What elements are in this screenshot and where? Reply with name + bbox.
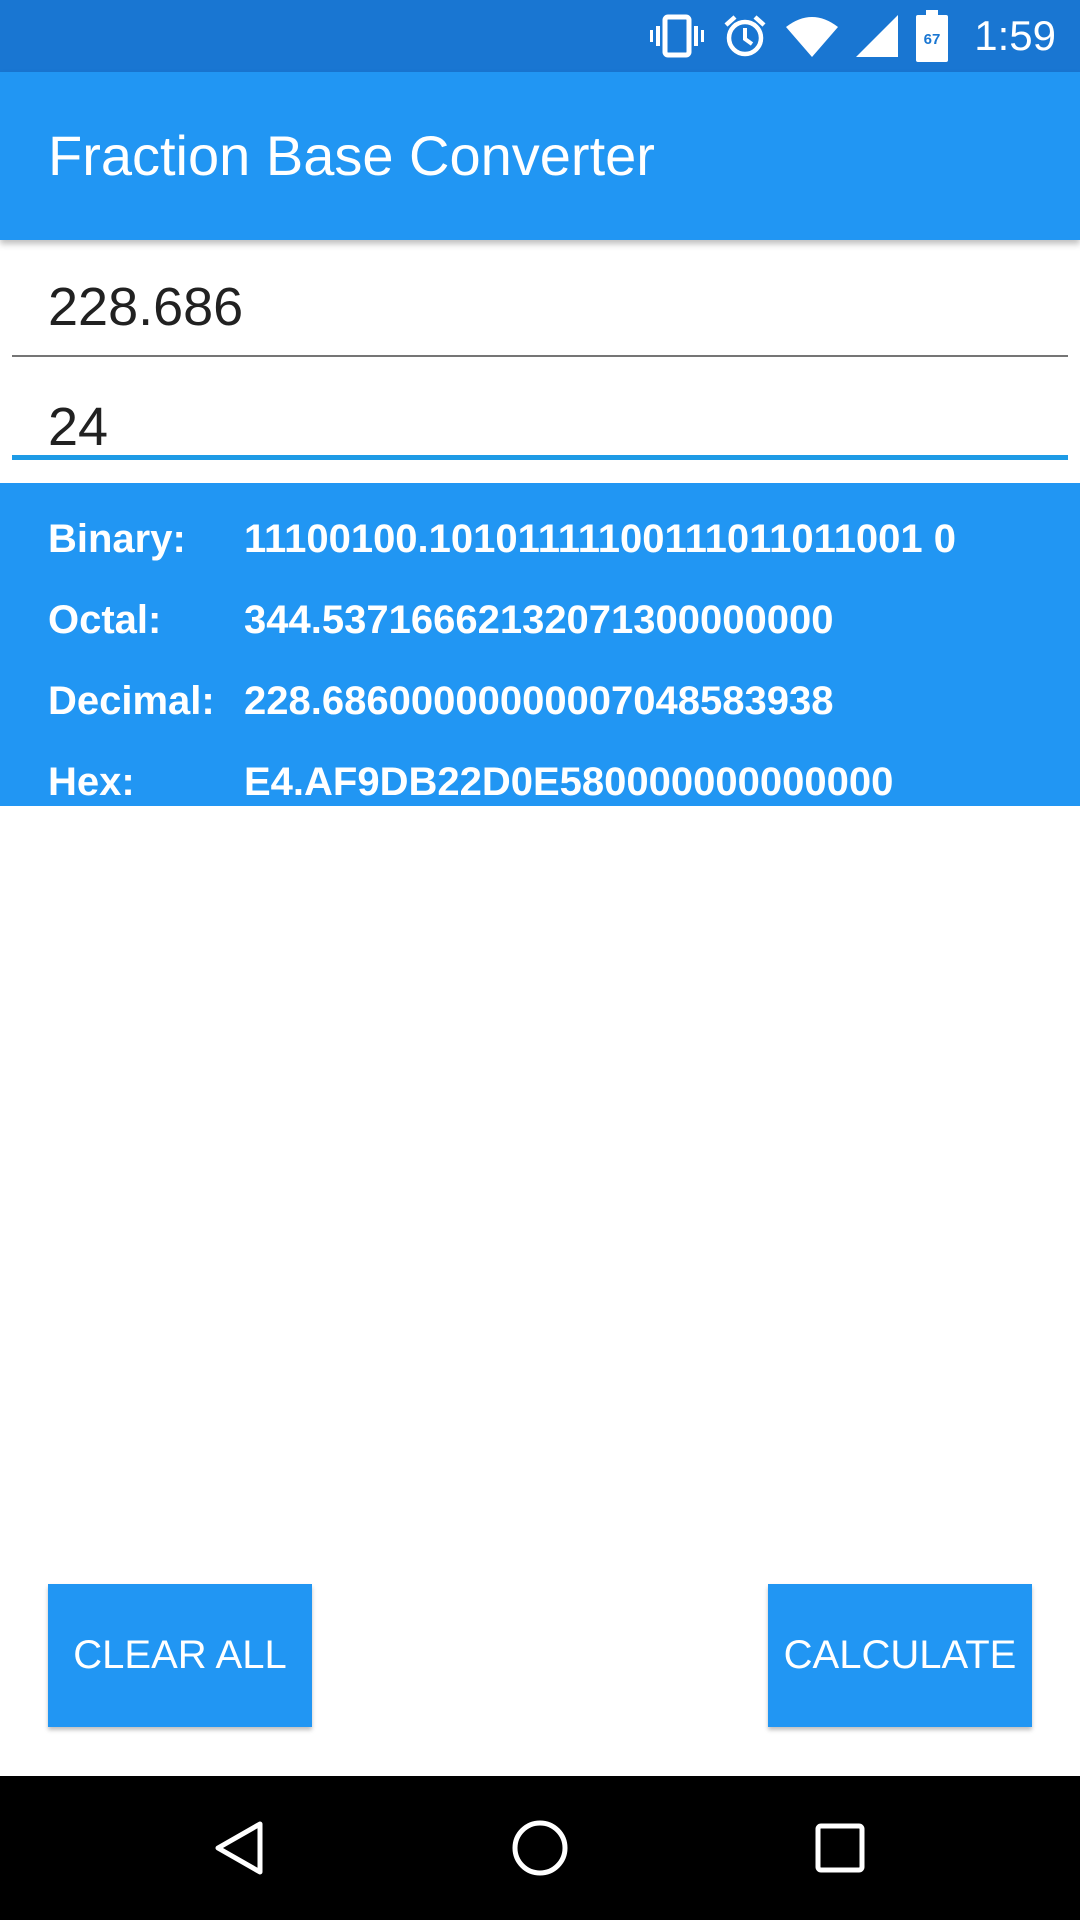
status-bar: 67 1:59 [0,0,1080,72]
result-label: Binary: [48,517,186,561]
result-row-hex: Hex: E4.AF9DB22D0E580000000000000 [0,742,1080,823]
app-title: Fraction Base Converter [48,124,655,187]
result-label: Octal: [48,598,162,642]
back-button[interactable] [168,1776,312,1920]
recents-icon [815,1823,865,1873]
home-icon [512,1820,568,1876]
clear-all-button[interactable]: CLEAR ALL [48,1584,312,1727]
results-panel: Binary: 11100100.10101111100111011011001… [0,483,1080,806]
recents-button[interactable] [768,1776,912,1920]
number-field-underline [12,355,1068,357]
result-value: 344.53716662132071300000000 [244,598,834,642]
result-label: Decimal: [48,679,215,723]
cellular-signal-icon [856,15,899,57]
result-row-decimal: Decimal: 228.68600000000007048583938 [0,661,1080,742]
result-value: 11100100.10101111100111011011001 0 [244,517,957,561]
calculate-button[interactable]: CALCULATE [768,1584,1032,1727]
navigation-bar [0,1776,1080,1920]
result-row-binary: Binary: 11100100.10101111100111011011001… [0,499,1080,580]
base-field-underline [12,455,1068,460]
alarm-icon [722,13,768,59]
wifi-icon [786,15,839,57]
status-time: 1:59 [974,12,1056,59]
base-field[interactable] [12,382,1068,472]
number-input[interactable] [12,262,1068,352]
number-field[interactable] [12,262,1068,357]
home-button[interactable] [468,1776,612,1920]
result-value: E4.AF9DB22D0E580000000000000 [244,760,894,804]
vibrate-icon [650,13,705,59]
back-icon [215,1821,263,1875]
battery-icon: 67 [916,10,949,62]
status-icons: 67 1:59 [650,0,1056,72]
result-row-octal: Octal: 344.53716662132071300000000 [0,580,1080,661]
result-label: Hex: [48,760,135,804]
app-bar: Fraction Base Converter [0,72,1080,240]
svg-text:67: 67 [924,31,941,48]
result-value: 228.68600000000007048583938 [244,679,834,723]
